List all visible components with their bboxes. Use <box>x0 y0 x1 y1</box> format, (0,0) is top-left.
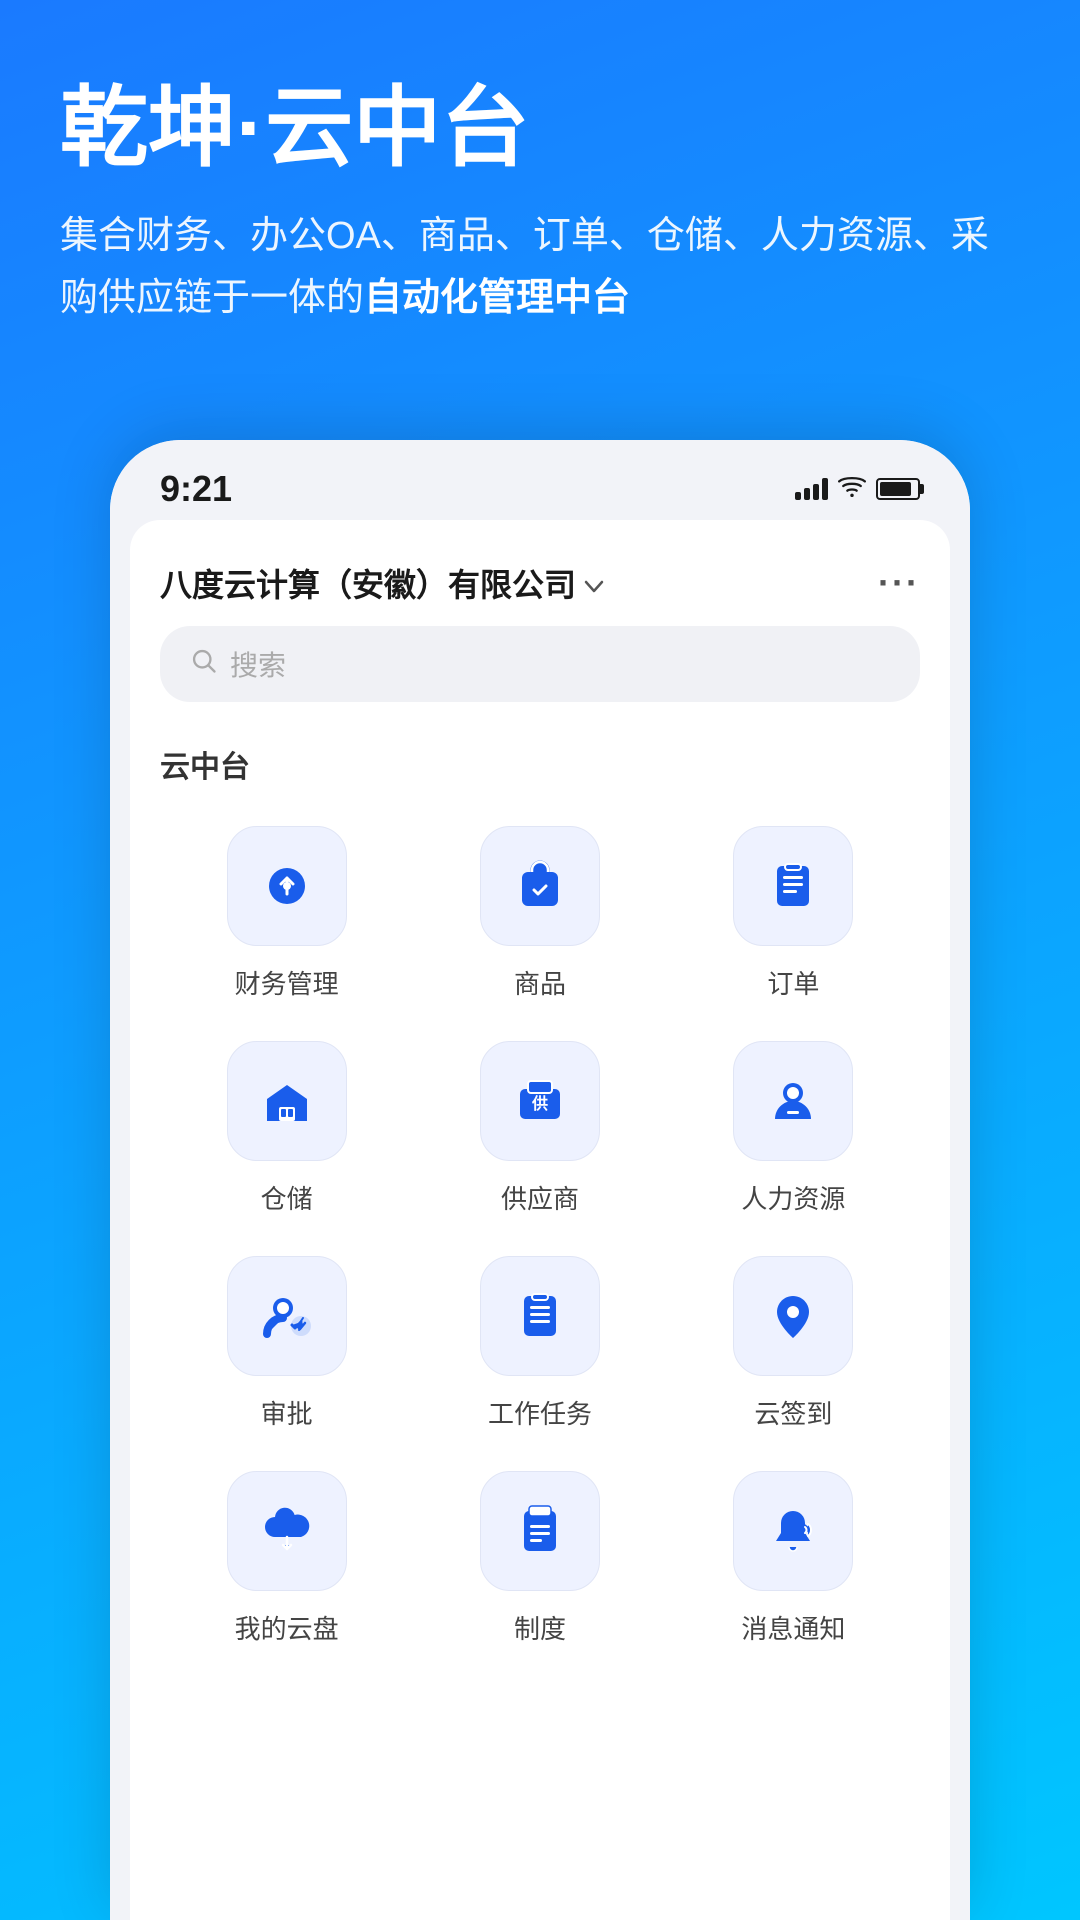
app-label-supplier: 供应商 <box>501 1179 579 1216</box>
app-icon-notify <box>733 1471 853 1591</box>
signal-icon <box>795 478 828 500</box>
app-label-policy: 制度 <box>514 1609 566 1646</box>
app-item-hr[interactable]: 人力资源 <box>667 1041 920 1216</box>
app-grid: 财务管理 商品 <box>160 826 920 1646</box>
section-title: 云中台 <box>160 732 920 796</box>
app-item-warehouse[interactable]: 仓储 <box>160 1041 413 1216</box>
app-label-checkin: 云签到 <box>754 1394 832 1431</box>
phone-mockup: 9:21 <box>110 440 970 1920</box>
app-icon-finance <box>227 826 347 946</box>
app-label-notify: 消息通知 <box>741 1609 845 1646</box>
app-item-task[interactable]: 工作任务 <box>413 1256 666 1431</box>
battery-icon <box>876 478 920 500</box>
app-icon-policy <box>480 1471 600 1591</box>
app-icon-approval <box>227 1256 347 1376</box>
app-label-warehouse: 仓储 <box>261 1179 313 1216</box>
hero-desc-bold: 自动化管理中台 <box>364 277 630 319</box>
svg-text:供: 供 <box>531 1094 548 1113</box>
app-label-approval: 审批 <box>261 1394 313 1431</box>
search-placeholder-text: 搜索 <box>230 644 286 684</box>
app-icon-checkin <box>733 1256 853 1376</box>
app-label-finance: 财务管理 <box>235 964 339 1001</box>
app-item-order[interactable]: 订单 <box>667 826 920 1001</box>
app-item-product[interactable]: 商品 <box>413 826 666 1001</box>
search-icon <box>190 647 218 682</box>
app-item-finance[interactable]: 财务管理 <box>160 826 413 1001</box>
phone-content: 八度云计算（安徽）有限公司 ··· 搜索 <box>130 520 950 1920</box>
app-icon-task <box>480 1256 600 1376</box>
app-icon-supplier: 供 <box>480 1041 600 1161</box>
chevron-down-icon <box>584 565 604 602</box>
app-item-policy[interactable]: 制度 <box>413 1471 666 1646</box>
app-label-clouddisk: 我的云盘 <box>235 1609 339 1646</box>
app-icon-product <box>480 826 600 946</box>
phone-mockup-wrapper: 9:21 <box>110 440 970 1920</box>
hero-description: 集合财务、办公OA、商品、订单、仓储、人力资源、采购供应链于一体的自动化管理中台 <box>60 205 1020 330</box>
app-label-order: 订单 <box>767 964 819 1001</box>
app-label-product: 商品 <box>514 964 566 1001</box>
app-label-task: 工作任务 <box>488 1394 592 1431</box>
search-bar[interactable]: 搜索 <box>160 626 920 702</box>
app-item-supplier[interactable]: 供 供应商 <box>413 1041 666 1216</box>
status-bar: 9:21 <box>110 440 970 520</box>
app-icon-hr <box>733 1041 853 1161</box>
status-time: 9:21 <box>160 468 232 510</box>
app-label-hr: 人力资源 <box>741 1179 845 1216</box>
hero-title: 乾坤·云中台 <box>60 80 1020 177</box>
wifi-icon <box>838 475 866 504</box>
app-icon-warehouse <box>227 1041 347 1161</box>
app-icon-order <box>733 826 853 946</box>
hero-section: 乾坤·云中台 集合财务、办公OA、商品、订单、仓储、人力资源、采购供应链于一体的… <box>0 0 1080 330</box>
status-icons <box>795 475 920 504</box>
company-header: 八度云计算（安徽）有限公司 ··· <box>160 550 920 626</box>
app-item-clouddisk[interactable]: 我的云盘 <box>160 1471 413 1646</box>
app-icon-clouddisk <box>227 1471 347 1591</box>
app-item-checkin[interactable]: 云签到 <box>667 1256 920 1431</box>
more-options-button[interactable]: ··· <box>878 562 920 604</box>
app-item-approval[interactable]: 审批 <box>160 1256 413 1431</box>
company-name[interactable]: 八度云计算（安徽）有限公司 <box>160 560 604 606</box>
app-item-notify[interactable]: 消息通知 <box>667 1471 920 1646</box>
